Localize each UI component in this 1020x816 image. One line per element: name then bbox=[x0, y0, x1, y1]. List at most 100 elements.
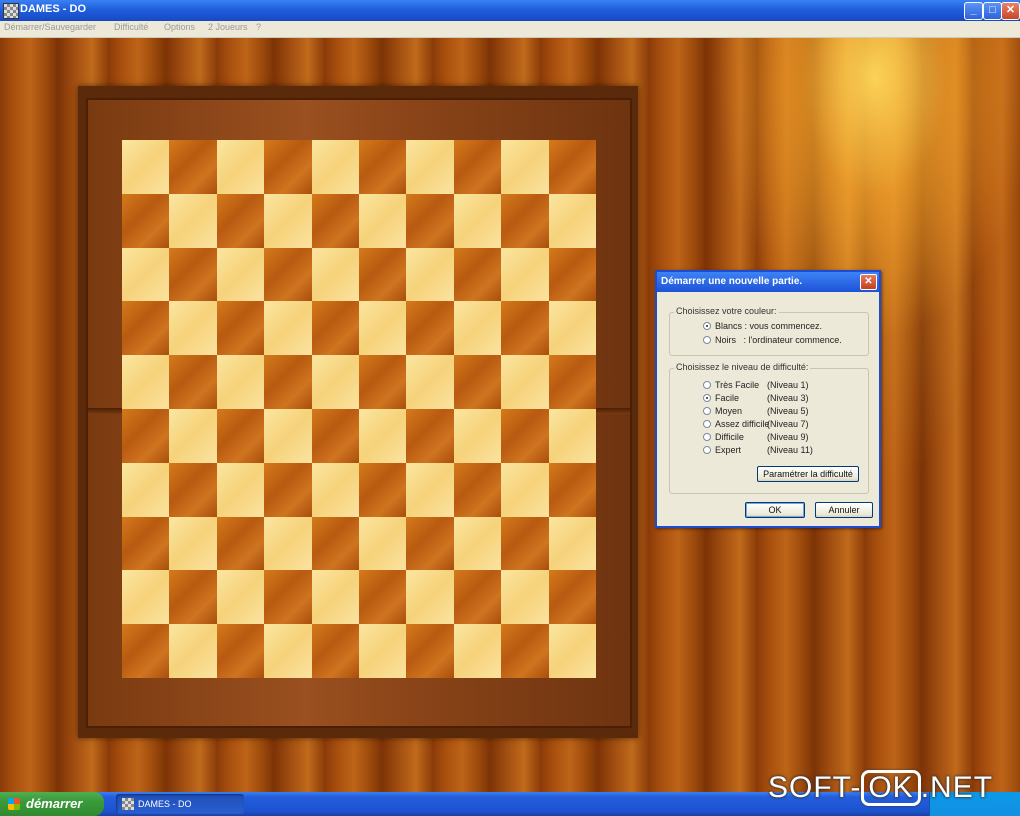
radio-assez-difficile[interactable] bbox=[703, 420, 711, 428]
board-square[interactable] bbox=[406, 301, 454, 356]
cancel-button[interactable]: Annuler bbox=[815, 502, 873, 518]
board-square[interactable] bbox=[406, 193, 454, 248]
board-square[interactable] bbox=[453, 301, 502, 356]
menu-item-options[interactable]: Options bbox=[164, 22, 195, 32]
board-square[interactable] bbox=[359, 140, 407, 194]
board-square[interactable] bbox=[548, 570, 596, 625]
board-square[interactable] bbox=[122, 624, 170, 678]
board-square[interactable] bbox=[216, 462, 265, 517]
board-square[interactable] bbox=[406, 624, 454, 678]
board-square[interactable] bbox=[264, 140, 312, 194]
radio-blancs[interactable] bbox=[703, 322, 711, 330]
board-square[interactable] bbox=[359, 247, 407, 302]
board-square[interactable] bbox=[216, 355, 265, 409]
board-square[interactable] bbox=[406, 247, 454, 302]
board-square[interactable] bbox=[216, 408, 265, 463]
board-square[interactable] bbox=[359, 624, 407, 678]
board-square[interactable] bbox=[548, 462, 596, 517]
board-square[interactable] bbox=[501, 624, 549, 678]
menu-item-help[interactable]: ? bbox=[256, 22, 261, 32]
board-square[interactable] bbox=[264, 247, 312, 302]
board-square[interactable] bbox=[311, 570, 359, 625]
board-square[interactable] bbox=[453, 408, 502, 463]
board-square[interactable] bbox=[169, 516, 217, 571]
parametrer-difficulte-button[interactable]: Paramétrer la difficulté bbox=[757, 466, 859, 482]
radio-difficile[interactable] bbox=[703, 433, 711, 441]
board-square[interactable] bbox=[264, 355, 312, 409]
board-square[interactable] bbox=[122, 301, 170, 356]
board-square[interactable] bbox=[122, 247, 170, 302]
board-square[interactable] bbox=[216, 193, 265, 248]
board-square[interactable] bbox=[311, 355, 359, 409]
board-square[interactable] bbox=[406, 355, 454, 409]
board-square[interactable] bbox=[169, 355, 217, 409]
board-square[interactable] bbox=[548, 355, 596, 409]
board-square[interactable] bbox=[453, 193, 502, 248]
board-square[interactable] bbox=[548, 193, 596, 248]
taskbar-item-dames[interactable]: DAMES - DO bbox=[116, 794, 244, 814]
board-square[interactable] bbox=[122, 462, 170, 517]
radio-moyen[interactable] bbox=[703, 407, 711, 415]
board-square[interactable] bbox=[216, 140, 265, 194]
board-square[interactable] bbox=[311, 516, 359, 571]
board-square[interactable] bbox=[122, 516, 170, 571]
board-square[interactable] bbox=[548, 301, 596, 356]
board-square[interactable] bbox=[169, 193, 217, 248]
board-square[interactable] bbox=[453, 355, 502, 409]
board-square[interactable] bbox=[548, 624, 596, 678]
board-square[interactable] bbox=[501, 570, 549, 625]
board-square[interactable] bbox=[122, 193, 170, 248]
board-square[interactable] bbox=[453, 140, 502, 194]
board-square[interactable] bbox=[216, 624, 265, 678]
menu-item-demarrer[interactable]: Démarrer/Sauvegarder bbox=[4, 22, 96, 32]
board-square[interactable] bbox=[264, 193, 312, 248]
board-square[interactable] bbox=[453, 516, 502, 571]
board-square[interactable] bbox=[311, 140, 359, 194]
board-square[interactable] bbox=[359, 408, 407, 463]
board-square[interactable] bbox=[264, 624, 312, 678]
radio-facile[interactable] bbox=[703, 394, 711, 402]
board-square[interactable] bbox=[359, 193, 407, 248]
board-square[interactable] bbox=[169, 624, 217, 678]
board-square[interactable] bbox=[501, 247, 549, 302]
board-square[interactable] bbox=[501, 140, 549, 194]
menu-item-difficulte[interactable]: Difficulté bbox=[114, 22, 148, 32]
board-square[interactable] bbox=[169, 301, 217, 356]
dialog-close-button[interactable]: ✕ bbox=[860, 274, 877, 290]
board-square[interactable] bbox=[501, 193, 549, 248]
board-square[interactable] bbox=[359, 516, 407, 571]
board-square[interactable] bbox=[122, 140, 170, 194]
board-square[interactable] bbox=[406, 140, 454, 194]
board-square[interactable] bbox=[216, 570, 265, 625]
board-square[interactable] bbox=[359, 462, 407, 517]
board-square[interactable] bbox=[169, 408, 217, 463]
board-square[interactable] bbox=[216, 247, 265, 302]
board-square[interactable] bbox=[311, 462, 359, 517]
board-square[interactable] bbox=[169, 462, 217, 517]
board-square[interactable] bbox=[548, 516, 596, 571]
board-square[interactable] bbox=[311, 408, 359, 463]
board-square[interactable] bbox=[264, 570, 312, 625]
board-square[interactable] bbox=[311, 193, 359, 248]
board-square[interactable] bbox=[359, 570, 407, 625]
board-square[interactable] bbox=[264, 408, 312, 463]
board-square[interactable] bbox=[311, 301, 359, 356]
board-square[interactable] bbox=[264, 462, 312, 517]
maximize-button[interactable]: □ bbox=[983, 2, 1002, 20]
board-square[interactable] bbox=[311, 247, 359, 302]
board-square[interactable] bbox=[453, 624, 502, 678]
board-square[interactable] bbox=[169, 570, 217, 625]
board-square[interactable] bbox=[264, 516, 312, 571]
board-square[interactable] bbox=[122, 408, 170, 463]
board-square[interactable] bbox=[359, 355, 407, 409]
board-square[interactable] bbox=[406, 462, 454, 517]
board-square[interactable] bbox=[453, 570, 502, 625]
board-square[interactable] bbox=[216, 301, 265, 356]
menu-item-2-joueurs[interactable]: 2 Joueurs bbox=[208, 22, 248, 32]
board-square[interactable] bbox=[359, 301, 407, 356]
board-square[interactable] bbox=[406, 516, 454, 571]
board-square[interactable] bbox=[548, 140, 596, 194]
radio-tres-facile[interactable] bbox=[703, 381, 711, 389]
board-square[interactable] bbox=[501, 516, 549, 571]
start-button[interactable]: démarrer bbox=[0, 792, 104, 816]
